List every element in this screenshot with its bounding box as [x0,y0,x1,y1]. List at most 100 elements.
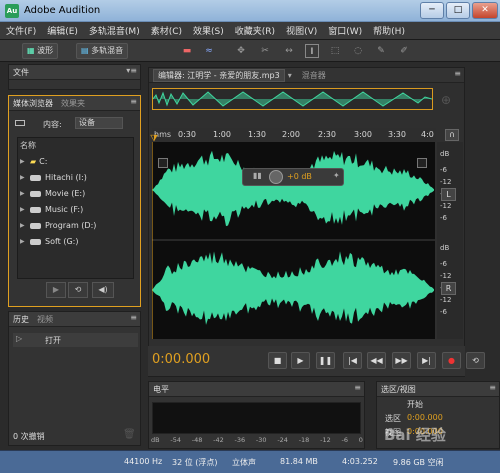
spot-healing-icon[interactable]: ✐ [397,44,411,58]
time-ruler[interactable]: hms 0:30 1:00 1:30 2:00 2:30 3:00 3:30 4… [152,128,436,142]
channel-r-button[interactable]: R [441,282,456,295]
loop-preview-button[interactable]: ⟲ [68,282,88,298]
channel-mode: 立体声 [232,458,256,467]
list-item[interactable]: ▶ Movie (E:) [20,187,85,200]
panel-menu-icon[interactable]: ≡ [130,313,137,322]
selection-view-tab[interactable]: 选区/视图 [381,384,416,395]
menu-clip[interactable]: 素材(C) [151,24,182,37]
tick-label: 3:00 [354,130,372,139]
level-scale: dB -54 -48 -42 -36 -30 -24 -18 -12 -6 0 [151,436,363,444]
menu-effects[interactable]: 效果(S) [193,24,224,37]
multitrack-view-button[interactable]: ▤ 多轨混音 [76,43,129,59]
mixer-tab[interactable]: 混音器 [302,70,326,81]
razor-tool-icon[interactable]: ✂ [258,44,272,58]
record-button[interactable]: ● [442,352,461,369]
menu-window[interactable]: 窗口(W) [328,24,362,37]
level-meter [152,402,361,434]
channel-l-button[interactable]: L [441,188,456,201]
expand-icon[interactable]: ▶ [20,206,30,213]
waveform-display[interactable]: ▮▮ +0 dB ✦ [151,142,435,339]
go-to-end-button[interactable]: ▶| [417,352,436,369]
menu-edit[interactable]: 编辑(E) [47,24,78,37]
menu-multitrack[interactable]: 多轨混音(M) [89,24,140,37]
menu-view[interactable]: 视图(V) [286,24,317,37]
media-browser-tab[interactable]: 媒体浏览器 [13,98,53,109]
close-button[interactable]: ✕ [472,2,498,19]
slip-tool-icon[interactable]: ↔ [282,44,296,58]
expand-icon[interactable]: ▶ [20,174,30,181]
headphones-icon[interactable]: ∩ [445,129,459,141]
left-channel-waveform [152,150,434,227]
expand-icon[interactable]: ▶ [20,190,30,197]
list-item[interactable]: ▶ Hitachi (I:) [20,171,87,184]
effects-rack-tab[interactable]: 效果夹 [61,98,85,109]
volume-knob[interactable] [269,170,283,184]
list-item[interactable]: ▶ Program (D:) [20,219,96,232]
overview-bar[interactable] [152,88,433,110]
free-space: 9.86 GB 空闲 [393,458,444,467]
expand-icon[interactable]: ▶ [20,222,30,229]
file-dropdown-icon[interactable]: ▾ [288,71,292,80]
history-item[interactable]: ▷ 打开 [13,333,138,347]
marquee-tool-icon[interactable]: ⬚ [328,44,342,58]
spectral-display-icon[interactable]: ▬ [180,44,194,58]
menu-favorites[interactable]: 收藏夹(R) [235,24,275,37]
level-panel: 电平 ≡ dB -54 -48 -42 -36 -30 -24 -18 -12 -… [148,381,365,449]
fade-in-handle-icon[interactable] [158,158,168,168]
lasso-tool-icon[interactable]: ◌ [351,44,365,58]
minimize-button[interactable]: ─ [420,2,444,19]
play-button[interactable]: ▶ [291,352,310,369]
panel-menu-icon[interactable]: ▾≡ [126,66,137,75]
brush-tool-icon[interactable]: ✎ [374,44,388,58]
volume-meter-icon: ▮▮ [253,171,262,180]
hud-volume: ▮▮ +0 dB ✦ [242,168,344,186]
play-preview-button[interactable]: ▶ [46,282,66,298]
list-item[interactable]: ▶ Soft (G:) [20,235,78,248]
drive-icon [30,222,41,229]
expand-icon[interactable]: ▶ [20,158,30,165]
stop-button[interactable]: ■ [268,352,287,369]
trash-icon[interactable]: 🗑 [123,429,136,440]
move-tool-icon[interactable]: ✥ [234,44,248,58]
overview-waveform [152,91,433,107]
row-selection: 选区 [385,414,401,423]
menu-file[interactable]: 文件(F) [6,24,36,37]
current-time[interactable]: 0:00.000 [152,352,210,367]
time-selection-tool-icon[interactable]: I [305,44,319,58]
expand-icon[interactable]: ▶ [20,238,30,245]
loop-button[interactable]: ⟲ [466,352,485,369]
panel-menu-icon[interactable]: ≡ [454,69,461,78]
rewind-button[interactable]: ◀◀ [367,352,386,369]
title-bar: Au Adobe Audition ─ □ ✕ [0,0,500,22]
panel-menu-icon[interactable]: ≡ [489,383,496,392]
tick-label: 1:00 [213,130,231,139]
list-item[interactable]: ▶ Music (F:) [20,203,83,216]
list-item[interactable]: ▶ ▰ C: [20,155,47,168]
panel-menu-icon[interactable]: ≡ [354,383,361,392]
history-tab[interactable]: 历史 [13,314,29,325]
go-to-start-button[interactable]: |◀ [343,352,362,369]
pause-button[interactable]: ❚❚ [316,352,335,369]
menu-bar: 文件(F) 编辑(E) 多轨混音(M) 素材(C) 效果(S) 收藏夹(R) 视… [0,22,500,40]
drive-icon [30,190,41,197]
sample-rate: 44100 Hz [124,457,163,466]
files-tab[interactable]: 文件 [13,67,29,78]
fade-out-handle-icon[interactable] [417,158,427,168]
level-tab[interactable]: 电平 [153,384,169,395]
video-tab[interactable]: 视频 [37,314,53,325]
selection-start-value[interactable]: 0:00.000 [407,413,443,422]
pin-icon[interactable]: ✦ [333,171,340,180]
column-header-name[interactable]: 名称 [20,139,36,152]
fast-forward-button[interactable]: ▶▶ [392,352,411,369]
column-start: 开始 [407,400,423,409]
panel-menu-icon[interactable]: ≡ [130,97,137,106]
editor-tab[interactable]: 编辑器: 江明学 - 亲爱的朋友.mp3 [153,68,285,82]
auto-play-button[interactable]: ◀) [92,282,114,298]
waveform-view-button[interactable]: ▦ 波形 [22,43,59,59]
zoom-reset-icon[interactable]: ⊕ [441,93,451,107]
window-title: Adobe Audition [24,5,101,16]
content-select[interactable]: 设备 [75,117,123,129]
maximize-button[interactable]: □ [446,2,470,19]
pitch-display-icon[interactable]: ≈ [202,44,216,58]
menu-help[interactable]: 帮助(H) [373,24,405,37]
